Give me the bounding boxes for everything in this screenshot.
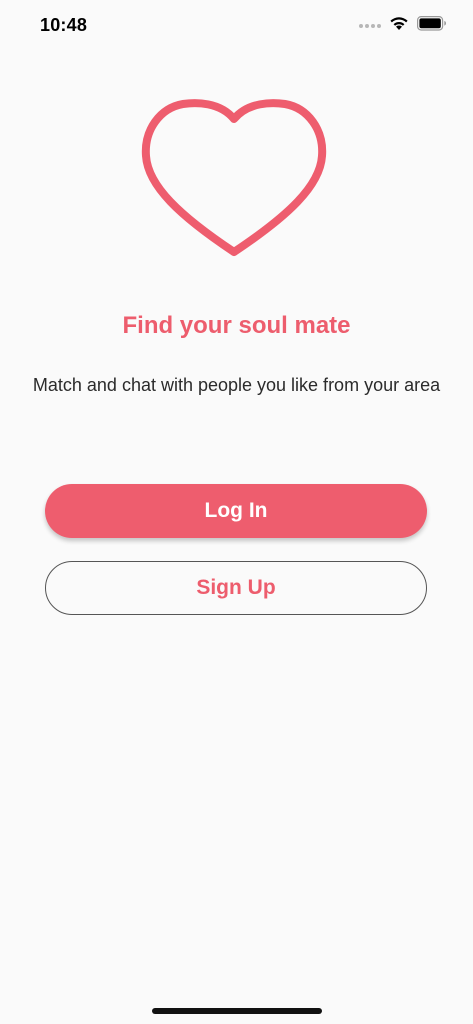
- signal-dots-icon: [359, 24, 381, 28]
- wifi-icon: [390, 17, 408, 30]
- status-bar: 10:48: [0, 0, 473, 50]
- signup-button[interactable]: Sign Up: [45, 561, 427, 615]
- login-button[interactable]: Log In: [45, 484, 427, 538]
- status-icons: [359, 15, 447, 31]
- status-time: 10:48: [40, 15, 88, 35]
- home-indicator[interactable]: [152, 1008, 322, 1014]
- page-title: Find your soul mate: [122, 312, 351, 339]
- battery-icon: [417, 15, 446, 31]
- heart-outline-icon: [138, 88, 330, 264]
- subtitle: Match and chat with people you like from…: [32, 375, 441, 395]
